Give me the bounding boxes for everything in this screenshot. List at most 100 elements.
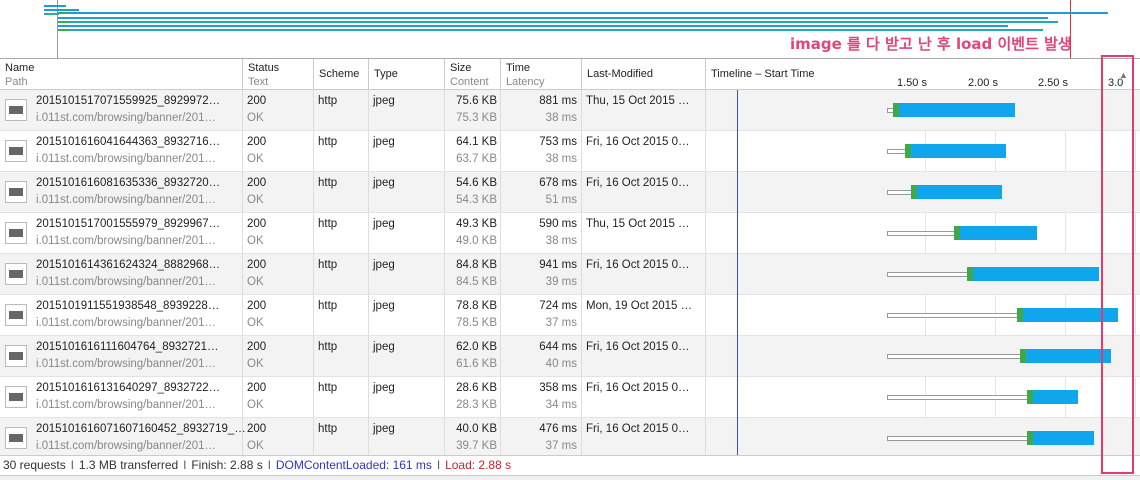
timeline-waiting-bar[interactable] <box>887 231 955 236</box>
column-size-label: Size <box>450 62 472 74</box>
table-row[interactable]: 2015101616111604764_8932721… i.011st.com/… <box>0 336 1140 377</box>
request-name: 2015101517001555979_8929967… <box>36 218 221 230</box>
timeline-waiting-bar[interactable] <box>887 395 1028 400</box>
timeline-tick: 2.00 s <box>968 77 998 89</box>
request-name: 2015101616111604764_8932721… <box>36 341 219 353</box>
timeline-receiving-bar[interactable] <box>911 144 1007 158</box>
last-modified-value: Fri, 16 Oct 2015 0… <box>586 341 690 353</box>
image-thumbnail-icon <box>5 427 27 449</box>
table-row[interactable]: 2015101616131640297_8932722… i.011st.com/… <box>0 377 1140 418</box>
timeline-waiting-bar[interactable] <box>887 354 1021 359</box>
column-scheme-label: Scheme <box>319 68 360 80</box>
latency-value: 40 ms <box>545 358 577 370</box>
column-latency-label: Latency <box>506 76 545 88</box>
table-row[interactable]: 2015101614361624324_8882968… i.011st.com/… <box>0 254 1140 295</box>
table-row[interactable]: 2015101616071607160452_8932719_… i.011st.… <box>0 418 1140 459</box>
table-row[interactable]: 2015101517001555979_8929967… i.011st.com/… <box>0 213 1140 254</box>
request-path: i.011st.com/browsing/banner/201… <box>36 358 217 370</box>
column-header-time[interactable]: Time Latency <box>501 59 582 90</box>
timeline-receiving-bar[interactable] <box>1033 431 1095 445</box>
image-thumbnail-icon <box>5 140 27 162</box>
table-row[interactable]: 2015101911551938548_8939228… i.011st.com/… <box>0 295 1140 336</box>
image-thumbnail-icon <box>5 263 27 285</box>
status-text: OK <box>247 358 264 370</box>
type-value: jpeg <box>373 177 395 189</box>
type-value: jpeg <box>373 341 395 353</box>
status-code: 200 <box>247 177 267 189</box>
last-modified-value: Fri, 16 Oct 2015 0… <box>586 259 690 271</box>
timeline-waiting-bar[interactable] <box>887 190 911 195</box>
transferred-size: 1.3 MB transferred <box>78 458 179 472</box>
last-modified-value: Thu, 15 Oct 2015 … <box>586 218 690 230</box>
column-header-type[interactable]: Type <box>369 59 445 90</box>
time-value: 358 ms <box>539 382 577 394</box>
overview-request-bar <box>58 17 1048 19</box>
timeline-waiting-bar[interactable] <box>887 436 1028 441</box>
image-thumbnail-icon <box>5 181 27 203</box>
table-row[interactable]: 2015101616081635336_8932720… i.011st.com/… <box>0 172 1140 213</box>
timeline-waiting-bar[interactable] <box>887 313 1018 318</box>
scheme-value: http <box>318 136 338 148</box>
table-row[interactable]: 2015101616041644363_8932716… i.011st.com/… <box>0 131 1140 172</box>
timeline-receiving-bar[interactable] <box>960 226 1037 240</box>
type-value: jpeg <box>373 95 395 107</box>
last-modified-value: Fri, 16 Oct 2015 0… <box>586 177 690 189</box>
last-modified-value: Fri, 16 Oct 2015 0… <box>586 423 690 435</box>
column-header-name[interactable]: Name Path <box>0 59 243 90</box>
latency-value: 38 ms <box>545 112 577 124</box>
size-value: 78.8 KB <box>456 300 497 312</box>
request-name: 2015101616041644363_8932716… <box>36 136 221 148</box>
status-text: OK <box>247 399 264 411</box>
status-text: OK <box>247 153 264 165</box>
overview-request-bar <box>58 25 1008 27</box>
column-header-size[interactable]: Size Content <box>445 59 501 90</box>
column-header-scheme[interactable]: Scheme <box>314 59 369 90</box>
timeline-receiving-bar[interactable] <box>1026 349 1112 363</box>
timeline-waiting-bar[interactable] <box>887 149 906 154</box>
type-value: jpeg <box>373 300 395 312</box>
timeline-receiving-bar[interactable] <box>973 267 1099 281</box>
scheme-value: http <box>318 382 338 394</box>
timeline-receiving-bar[interactable] <box>917 185 1002 199</box>
size-value: 84.8 KB <box>456 259 497 271</box>
type-value: jpeg <box>373 423 395 435</box>
overview-request-bar <box>44 9 79 11</box>
request-name: 2015101616131640297_8932722… <box>36 382 221 394</box>
column-header-last-modified[interactable]: Last-Modified <box>582 59 706 90</box>
latency-value: 38 ms <box>545 153 577 165</box>
size-value: 75.6 KB <box>456 95 497 107</box>
overview-request-bar <box>58 12 1108 14</box>
overview-latency-mark <box>60 21 68 23</box>
overview-request-bar <box>44 13 59 15</box>
latency-value: 34 ms <box>545 399 577 411</box>
request-name: 2015101911551938548_8939228… <box>36 300 220 312</box>
column-status-label: Status <box>248 62 280 74</box>
image-thumbnail-icon <box>5 386 27 408</box>
overview-latency-mark <box>60 29 68 31</box>
time-value: 678 ms <box>539 177 577 189</box>
column-type-label: Type <box>374 68 398 80</box>
time-value: 753 ms <box>539 136 577 148</box>
status-code: 200 <box>247 218 267 230</box>
network-table-header: Name Path Status Text Scheme Type Size C… <box>0 58 1140 90</box>
status-text: OK <box>247 440 264 452</box>
timeline-waiting-bar[interactable] <box>887 272 967 277</box>
column-header-status[interactable]: Status Text <box>243 59 314 90</box>
bottom-panel-edge <box>0 475 1140 480</box>
request-path: i.011st.com/browsing/banner/201… <box>36 235 217 247</box>
overview-request-bar <box>44 5 66 7</box>
status-code: 200 <box>247 136 267 148</box>
content-size-value: 28.3 KB <box>456 399 497 411</box>
content-size-value: 39.7 KB <box>456 440 497 452</box>
scheme-value: http <box>318 95 338 107</box>
last-modified-value: Mon, 19 Oct 2015 … <box>586 300 693 312</box>
column-content-label: Content <box>450 76 489 88</box>
status-code: 200 <box>247 95 267 107</box>
type-value: jpeg <box>373 218 395 230</box>
timeline-receiving-bar[interactable] <box>1033 390 1078 404</box>
size-value: 54.6 KB <box>456 177 497 189</box>
timeline-receiving-bar[interactable] <box>898 103 1015 117</box>
table-row[interactable]: 2015101517071559925_8929972… i.011st.com/… <box>0 90 1140 131</box>
request-path: i.011st.com/browsing/banner/201… <box>36 153 217 165</box>
request-path: i.011st.com/browsing/banner/201… <box>36 276 217 288</box>
